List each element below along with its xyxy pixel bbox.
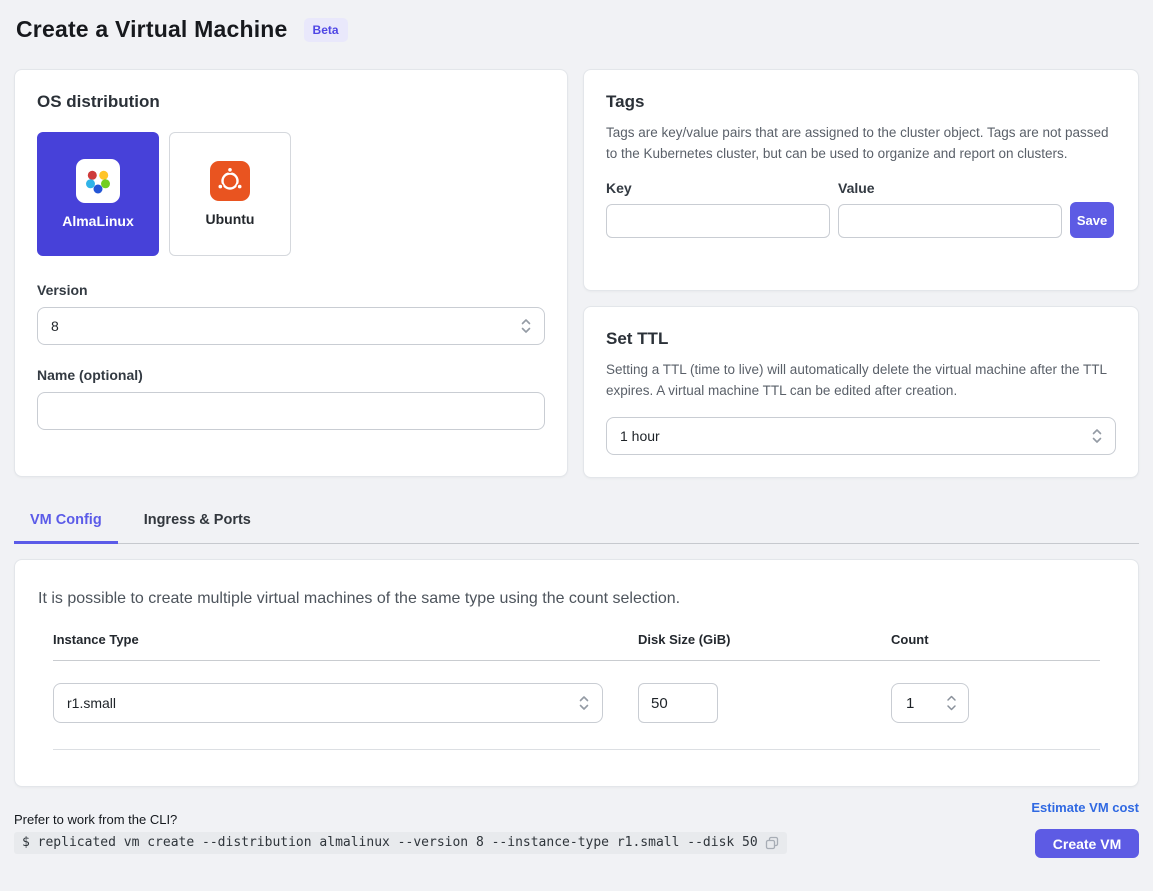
cli-prompt: Prefer to work from the CLI? <box>14 812 787 827</box>
footer: Prefer to work from the CLI? $ replicate… <box>14 800 1139 858</box>
instance-type-select[interactable]: r1.small <box>53 683 603 723</box>
ttl-select[interactable]: 1 hour <box>606 417 1116 455</box>
column-header-disk-size: Disk Size (GiB) <box>638 632 891 647</box>
vm-table: Instance Type Disk Size (GiB) Count r1.s… <box>37 632 1116 750</box>
page-title: Create a Virtual Machine <box>16 16 288 43</box>
tag-key-label: Key <box>606 180 830 196</box>
disk-size-input[interactable] <box>638 683 718 723</box>
cli-command: $ replicated vm create --distribution al… <box>22 835 758 850</box>
vm-name-label: Name (optional) <box>37 367 545 383</box>
almalinux-logo-icon <box>76 159 120 203</box>
right-column: Tags Tags are key/value pairs that are a… <box>583 69 1139 478</box>
vm-config-intro: It is possible to create multiple virtua… <box>38 590 1116 608</box>
os-distribution-card: OS distribution AlmaLinux <box>14 69 568 477</box>
set-ttl-card: Set TTL Setting a TTL (time to live) wil… <box>583 306 1139 478</box>
set-ttl-description: Setting a TTL (time to live) will automa… <box>606 360 1116 401</box>
ubuntu-logo-icon <box>210 161 250 201</box>
instance-type-cell: r1.small <box>53 683 603 723</box>
chevron-up-down-icon <box>519 316 533 336</box>
distribution-tile-ubuntu[interactable]: Ubuntu <box>169 132 291 256</box>
version-select-value: 8 <box>51 318 59 334</box>
chevron-up-down-icon <box>945 692 958 714</box>
save-tag-button[interactable]: Save <box>1070 202 1114 238</box>
cli-block: Prefer to work from the CLI? $ replicate… <box>14 812 787 858</box>
tab-ingress-ports[interactable]: Ingress & Ports <box>128 502 267 544</box>
tags-card: Tags Tags are key/value pairs that are a… <box>583 69 1139 291</box>
distribution-tile-label: AlmaLinux <box>62 213 134 229</box>
vm-table-header: Instance Type Disk Size (GiB) Count <box>53 632 1100 661</box>
version-field: Version 8 <box>37 282 545 345</box>
config-tabs: VM Config Ingress & Ports <box>14 502 1139 544</box>
column-header-count: Count <box>891 632 1100 647</box>
copy-icon[interactable] <box>765 836 779 850</box>
version-label: Version <box>37 282 545 298</box>
distribution-tile-almalinux[interactable]: AlmaLinux <box>37 132 159 256</box>
tag-value-field: Value <box>838 180 1062 238</box>
name-field: Name (optional) <box>37 367 545 430</box>
distribution-tile-label: Ubuntu <box>206 211 255 227</box>
count-value: 1 <box>906 695 914 712</box>
chevron-up-down-icon <box>577 693 591 713</box>
tag-key-field: Key <box>606 180 830 238</box>
page-header: Create a Virtual Machine Beta <box>16 16 1139 43</box>
tag-key-input[interactable] <box>606 204 830 238</box>
os-distribution-title: OS distribution <box>37 92 545 112</box>
cli-command-bar: $ replicated vm create --distribution al… <box>14 832 787 854</box>
top-cards-row: OS distribution AlmaLinux <box>14 69 1139 478</box>
vm-name-input[interactable] <box>37 392 545 430</box>
disk-size-cell <box>638 683 891 723</box>
tab-vm-config[interactable]: VM Config <box>14 502 118 544</box>
estimate-vm-cost-link[interactable]: Estimate VM cost <box>1031 800 1139 815</box>
column-header-instance-type: Instance Type <box>53 632 603 647</box>
tags-description: Tags are key/value pairs that are assign… <box>606 123 1116 164</box>
count-cell: 1 <box>891 683 1100 723</box>
ttl-select-value: 1 hour <box>620 428 660 444</box>
chevron-up-down-icon <box>1090 426 1104 446</box>
distribution-tiles: AlmaLinux Ubuntu <box>37 132 545 256</box>
instance-type-value: r1.small <box>67 695 116 711</box>
tags-form: Key Value Save <box>606 180 1116 238</box>
footer-actions: Estimate VM cost Create VM <box>1031 800 1139 858</box>
beta-badge: Beta <box>304 18 348 42</box>
vm-config-card: It is possible to create multiple virtua… <box>14 559 1139 787</box>
set-ttl-title: Set TTL <box>606 329 1116 349</box>
version-select[interactable]: 8 <box>37 307 545 345</box>
count-stepper[interactable]: 1 <box>891 683 969 723</box>
vm-table-row: r1.small 1 <box>53 661 1100 750</box>
create-vm-button[interactable]: Create VM <box>1035 829 1139 858</box>
tag-value-input[interactable] <box>838 204 1062 238</box>
tag-value-label: Value <box>838 180 1062 196</box>
tags-title: Tags <box>606 92 1116 112</box>
